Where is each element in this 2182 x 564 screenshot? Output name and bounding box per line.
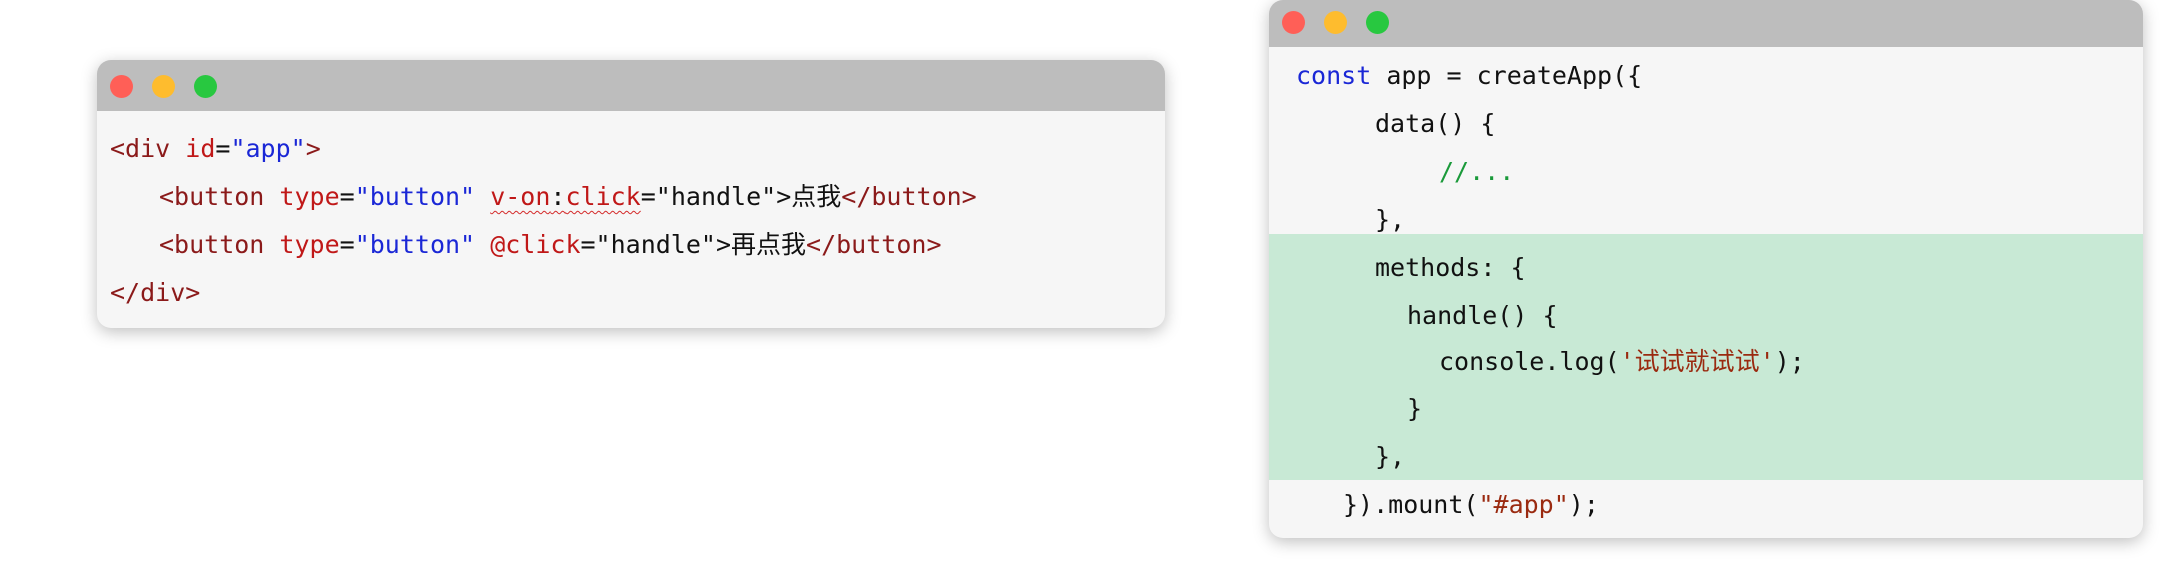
code-block: const app = createApp({ data() { //... }… [1269, 47, 2143, 519]
window-titlebar [1269, 0, 2143, 47]
code-line-3: //... [1439, 157, 1515, 186]
html-code-window: <div id="app"> <button type="button" v-o… [97, 60, 1165, 328]
code-line-2: data() { [1375, 109, 1496, 138]
code-line-6: handle() { [1407, 301, 1558, 330]
code-line-4: }, [1375, 205, 1406, 234]
js-code-window: const app = createApp({ data() { //... }… [1269, 0, 2143, 538]
maximize-dot-icon[interactable] [194, 75, 217, 98]
code-line-3: <button type="button" @click="handle">再点… [159, 230, 942, 259]
minimize-dot-icon[interactable] [152, 75, 175, 98]
clipped-top-text: ᐧᐧᐧᐧᐧᐧᐧᐧ [110, 0, 187, 15]
code-line-2: <button type="button" v-on:click="handle… [159, 182, 977, 211]
code-line-4: </div> [110, 278, 201, 307]
code-line-10: }).mount("#app"); [1343, 490, 1599, 519]
code-block: <div id="app"> <button type="button" v-o… [97, 111, 1165, 307]
code-line-5: methods: { [1375, 253, 1526, 282]
code-line-1: const app = createApp({ [1296, 61, 1643, 90]
code-line-7: console.log('试试就试试'); [1439, 347, 1805, 376]
code-line-1: <div id="app"> [110, 134, 321, 163]
close-dot-icon[interactable] [1282, 11, 1305, 34]
maximize-dot-icon[interactable] [1366, 11, 1389, 34]
minimize-dot-icon[interactable] [1324, 11, 1347, 34]
window-titlebar [97, 60, 1165, 111]
code-line-8: } [1407, 394, 1423, 423]
close-dot-icon[interactable] [110, 75, 133, 98]
code-line-9: }, [1375, 442, 1406, 471]
